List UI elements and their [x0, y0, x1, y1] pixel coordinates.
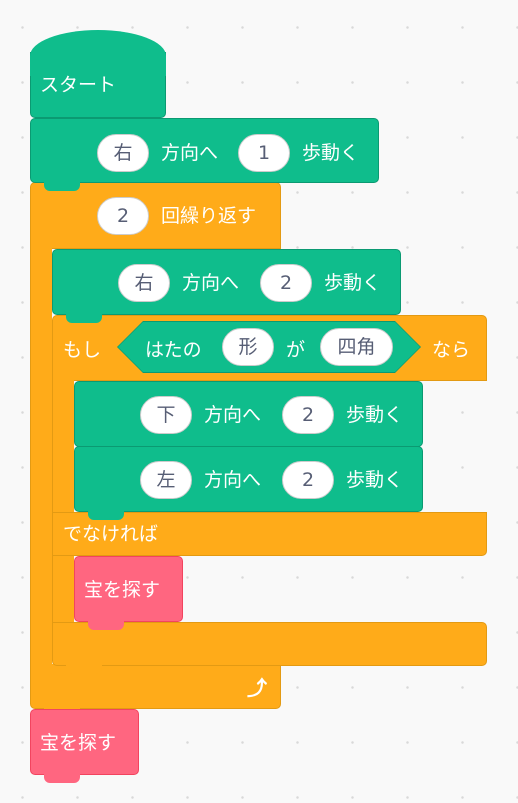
condition-prefix: はたの [145, 339, 202, 361]
then-label: なら [432, 339, 471, 361]
direction-suffix: 方向へ [204, 404, 262, 426]
repeat-label: 回繰り返す [161, 205, 257, 227]
steps-suffix: 歩動く [346, 404, 404, 426]
steps-input[interactable]: 2 [260, 264, 312, 302]
direction-input[interactable]: 右 [118, 264, 170, 302]
loop-arrow-icon: ⤴ [247, 676, 267, 700]
search-treasure-label: 宝を探す [84, 579, 161, 601]
direction-suffix: 方向へ [204, 469, 262, 491]
direction-input[interactable]: 左 [140, 461, 192, 499]
search-treasure-label: 宝を探す [40, 732, 117, 754]
steps-input[interactable]: 2 [282, 461, 334, 499]
if-label: もし [63, 339, 102, 361]
steps-suffix: 歩動く [302, 142, 360, 164]
condition-attr-input[interactable]: 形 [222, 328, 274, 366]
else-label: でなければ [63, 523, 159, 545]
condition-mid: が [286, 339, 306, 361]
steps-input[interactable]: 2 [282, 396, 334, 434]
start-hat-dome[interactable] [30, 30, 166, 76]
steps-suffix: 歩動く [324, 272, 382, 294]
condition-value-input[interactable]: 四角 [320, 328, 393, 366]
direction-suffix: 方向へ [182, 272, 240, 294]
direction-suffix: 方向へ [161, 142, 219, 164]
steps-suffix: 歩動く [346, 469, 404, 491]
repeat-block-arm [30, 240, 52, 680]
start-label: スタート [40, 74, 117, 96]
steps-input[interactable]: 1 [238, 134, 290, 172]
direction-input[interactable]: 下 [140, 396, 192, 434]
repeat-count-input[interactable]: 2 [97, 197, 149, 235]
direction-input[interactable]: 右 [97, 134, 149, 172]
